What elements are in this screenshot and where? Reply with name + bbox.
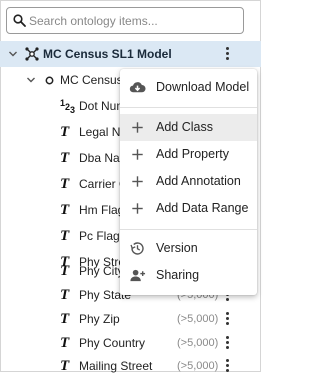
more-options-icon[interactable] bbox=[224, 335, 232, 351]
ontology-graph-icon bbox=[25, 47, 39, 61]
number-type-icon: 123 bbox=[60, 98, 76, 115]
property-label: Phy Zip bbox=[79, 312, 120, 326]
history-icon bbox=[130, 242, 144, 255]
search-box[interactable] bbox=[6, 7, 244, 34]
count-badge: (>5,000) bbox=[177, 337, 219, 349]
tree-root-label: MC Census SL1 Model bbox=[43, 47, 172, 61]
add-data-range-item[interactable]: Add Data Range bbox=[120, 195, 257, 222]
tree-root-row[interactable]: MC Census SL1 Model bbox=[0, 41, 261, 67]
text-type-icon: T bbox=[60, 228, 70, 244]
text-type-icon: T bbox=[60, 124, 70, 140]
text-type-icon: T bbox=[60, 176, 70, 192]
text-type-icon: T bbox=[60, 358, 70, 374]
class-circle-icon bbox=[45, 76, 54, 85]
plus-icon bbox=[132, 203, 143, 214]
menu-divider bbox=[120, 107, 257, 108]
text-type-icon: T bbox=[60, 150, 70, 166]
tree-property-row[interactable]: T Mailing Street (>5,000) bbox=[0, 353, 261, 379]
chevron-down-icon[interactable] bbox=[26, 75, 36, 85]
text-type-icon: T bbox=[60, 311, 70, 327]
menu-item-label: Add Annotation bbox=[156, 174, 241, 188]
plus-icon bbox=[132, 176, 143, 187]
add-person-icon bbox=[130, 269, 146, 282]
menu-item-label: Add Class bbox=[156, 120, 213, 134]
text-type-icon: T bbox=[60, 263, 70, 279]
add-annotation-item[interactable]: Add Annotation bbox=[120, 168, 257, 195]
plus-icon bbox=[132, 122, 143, 133]
more-options-icon[interactable] bbox=[224, 311, 232, 327]
add-property-item[interactable]: Add Property bbox=[120, 141, 257, 168]
text-type-icon: T bbox=[60, 202, 70, 218]
property-label: Mailing Street bbox=[79, 359, 153, 373]
tree-property-row[interactable]: T Phy Zip (>5,000) bbox=[0, 306, 261, 332]
property-label: Phy City bbox=[79, 264, 124, 278]
count-badge: (>5,000) bbox=[177, 313, 219, 325]
menu-item-label: Sharing bbox=[156, 268, 200, 282]
version-item[interactable]: Version bbox=[120, 235, 257, 262]
plus-icon bbox=[132, 149, 143, 160]
context-menu: Download Model Add Class Add Property Ad… bbox=[120, 69, 257, 295]
menu-item-label: Add Property bbox=[156, 147, 229, 161]
chevron-down-icon[interactable] bbox=[8, 49, 18, 59]
add-class-item[interactable]: Add Class bbox=[120, 114, 257, 141]
menu-item-label: Download Model bbox=[156, 80, 250, 94]
menu-item-label: Add Data Range bbox=[156, 201, 249, 215]
download-model-item[interactable]: Download Model bbox=[120, 74, 257, 101]
search-input[interactable] bbox=[29, 12, 234, 29]
search-icon bbox=[13, 14, 26, 27]
menu-item-label: Version bbox=[156, 241, 198, 255]
property-label: Pc Flag bbox=[79, 229, 120, 243]
menu-divider bbox=[120, 229, 257, 230]
property-label: Phy Country bbox=[79, 336, 146, 350]
more-options-icon[interactable] bbox=[224, 46, 232, 62]
property-label: Hm Flag bbox=[79, 203, 125, 217]
cloud-download-icon bbox=[129, 82, 146, 93]
text-type-icon: T bbox=[60, 335, 70, 351]
text-type-icon: T bbox=[60, 287, 70, 303]
count-badge: (>5,000) bbox=[177, 360, 219, 372]
more-options-icon[interactable] bbox=[224, 358, 232, 374]
sharing-item[interactable]: Sharing bbox=[120, 262, 257, 289]
